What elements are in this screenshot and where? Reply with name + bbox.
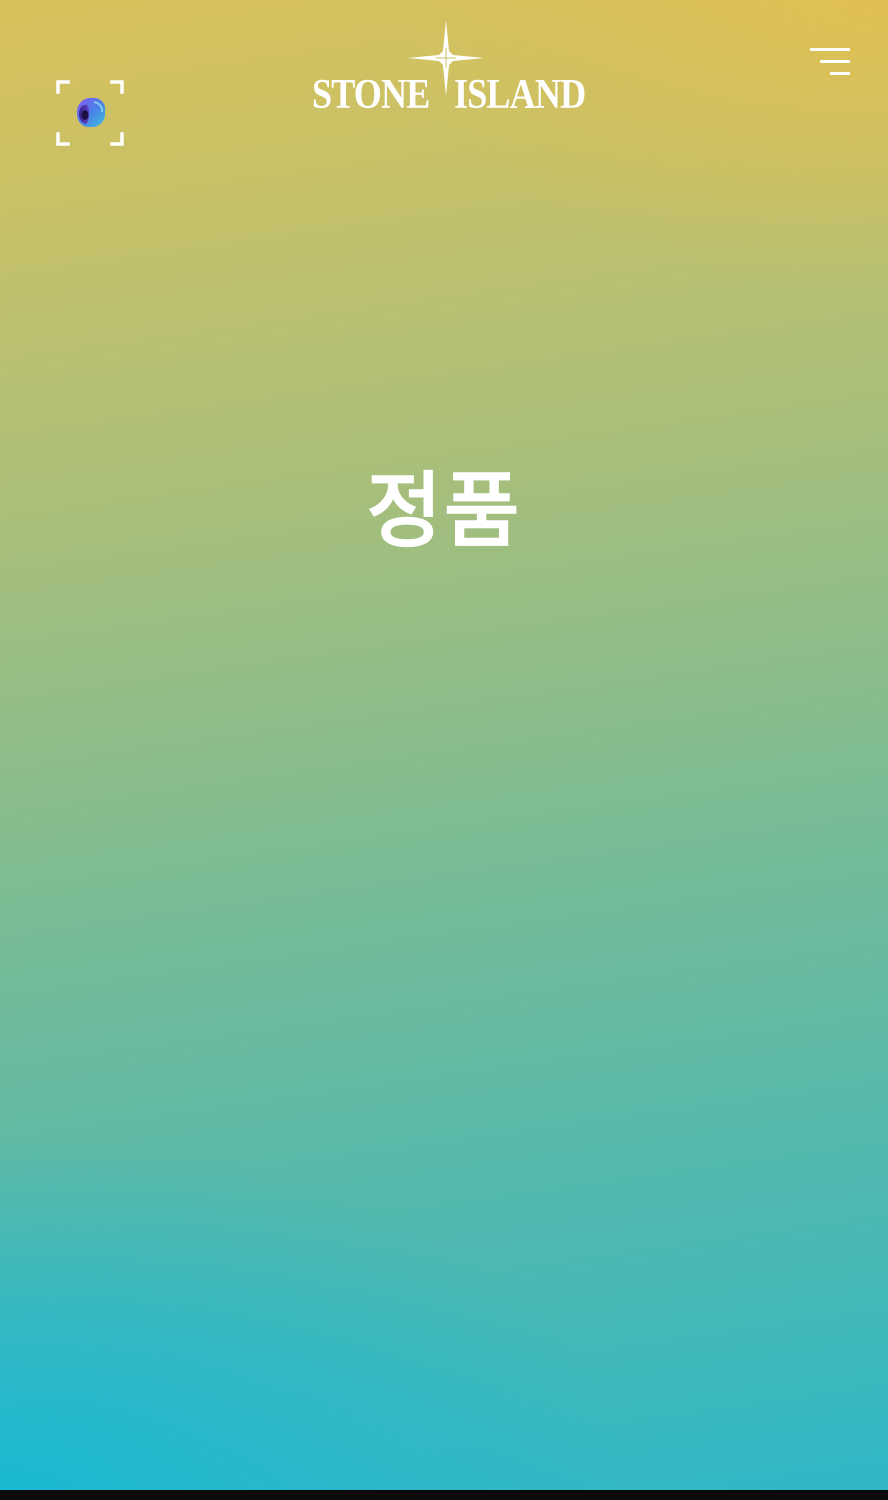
- app-screen: STONE ISLAND 정품: [0, 0, 888, 1490]
- menu-button[interactable]: [806, 44, 856, 80]
- brand-logo[interactable]: STONE ISLAND: [300, 18, 590, 118]
- menu-line-bottom: [830, 72, 850, 75]
- page-title: 정품: [366, 464, 522, 559]
- ar-scan-button[interactable]: [52, 76, 128, 150]
- ar-scan-icon: [52, 76, 128, 150]
- bottom-edge-bar: [0, 1490, 888, 1500]
- logo-word-stone: STONE: [312, 72, 430, 118]
- logo-word-island: ISLAND: [454, 72, 586, 118]
- menu-line-top: [810, 48, 850, 51]
- menu-line-middle: [820, 60, 850, 63]
